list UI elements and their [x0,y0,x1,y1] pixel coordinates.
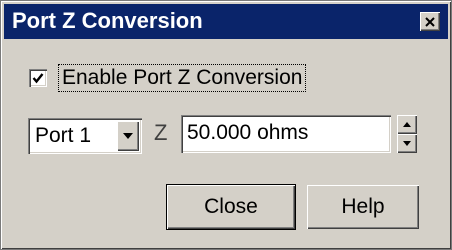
spin-down-icon [403,141,411,146]
impedance-spinner [397,115,417,153]
port-select-arrow-button[interactable] [117,121,139,151]
impedance-input[interactable]: 50.000 ohms [181,115,391,153]
enable-port-z-checkbox[interactable] [29,69,47,87]
impedance-symbol-label: Z [154,120,168,145]
title-close-button[interactable] [420,12,440,31]
help-button[interactable]: Help [307,185,419,229]
impedance-input-value: 50.000 ohms [187,121,309,144]
enable-port-z-label[interactable]: Enable Port Z Conversion [57,64,307,92]
spin-up-button[interactable] [397,115,417,134]
dropdown-arrow-icon [123,133,133,139]
close-button[interactable]: Close [167,185,295,229]
enable-port-z-checkbox-row[interactable]: Enable Port Z Conversion [29,63,307,93]
spin-up-icon [403,122,411,127]
port-select-value: Port 1 [35,124,92,147]
close-x-icon [425,16,435,27]
spin-down-button[interactable] [397,134,417,153]
dialog-title: Port Z Conversion [12,8,203,33]
port-z-conversion-dialog: Port Z Conversion Enable Port Z Conversi… [0,0,452,250]
checkmark-icon [32,73,44,84]
title-bar[interactable]: Port Z Conversion [4,4,448,39]
port-select[interactable]: Port 1 [28,118,142,154]
